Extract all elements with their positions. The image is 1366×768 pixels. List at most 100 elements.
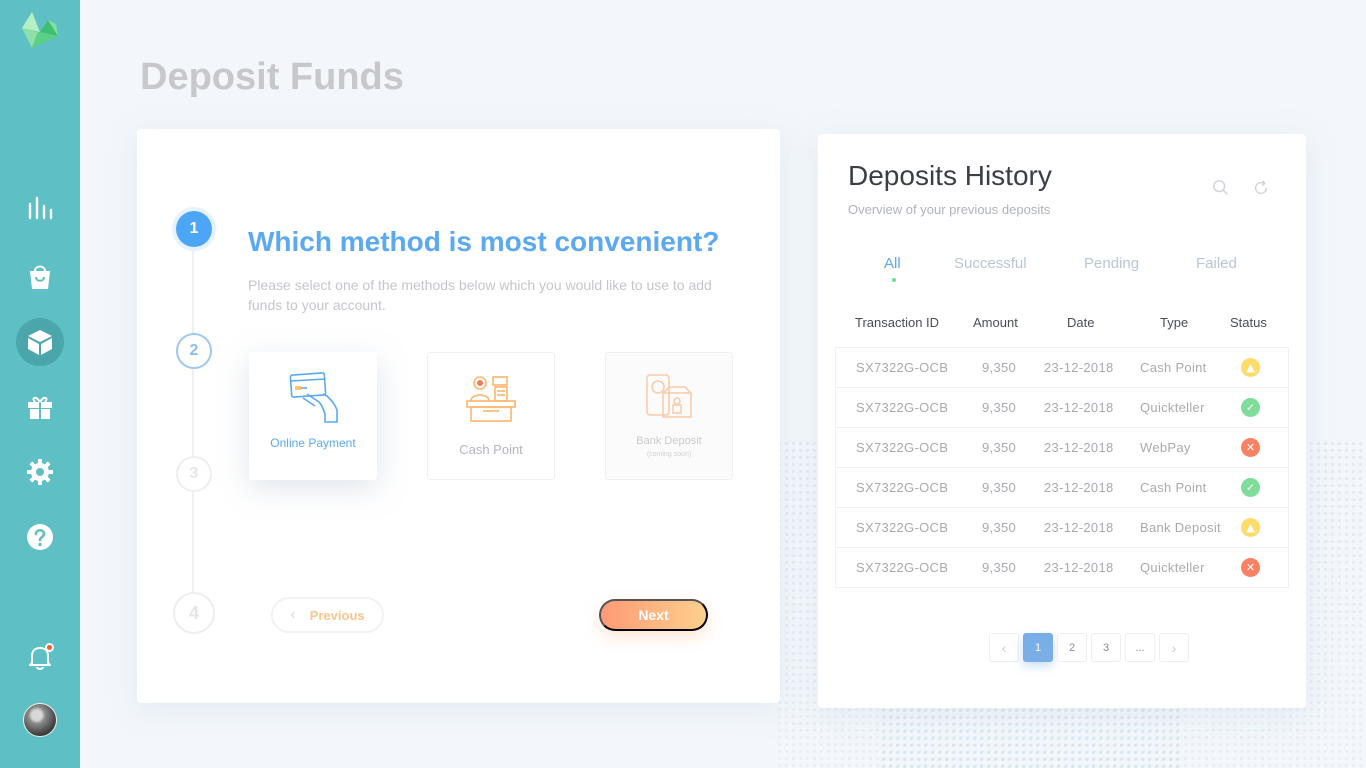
table-row[interactable]: SX7322G-OCB 9,350 23-12-2018 Quickteller… bbox=[836, 388, 1288, 428]
page-title: Deposit Funds bbox=[140, 56, 404, 98]
wizard-description: Please select one of the methods below w… bbox=[248, 277, 712, 313]
method-online-payment[interactable]: Online Payment bbox=[249, 352, 377, 480]
previous-button[interactable]: ‹ Previous bbox=[271, 597, 384, 633]
box-icon bbox=[28, 330, 52, 355]
date: 23-12-2018 bbox=[1044, 480, 1114, 495]
shopping-bag-icon bbox=[30, 265, 50, 289]
tab-failed[interactable]: Failed bbox=[1196, 255, 1237, 272]
step-1[interactable]: 1 bbox=[176, 211, 212, 247]
sidebar-item-deposit[interactable] bbox=[16, 318, 64, 366]
type: Quickteller bbox=[1140, 560, 1205, 575]
question-icon bbox=[27, 524, 53, 550]
active-tab-indicator bbox=[892, 278, 896, 282]
notification-badge bbox=[45, 643, 54, 652]
notifications-button[interactable] bbox=[16, 633, 64, 681]
type: Quickteller bbox=[1140, 400, 1205, 415]
sidebar bbox=[0, 0, 80, 768]
sidebar-item-rewards[interactable] bbox=[16, 383, 64, 431]
amount: 9,350 bbox=[982, 560, 1017, 575]
method-label: Cash Point bbox=[459, 442, 523, 457]
amount: 9,350 bbox=[982, 400, 1017, 415]
transaction-id: SX7322G-OCB bbox=[856, 520, 949, 535]
amount: 9,350 bbox=[982, 360, 1017, 375]
date: 23-12-2018 bbox=[1044, 520, 1114, 535]
transaction-id: SX7322G-OCB bbox=[856, 440, 949, 455]
amount: 9,350 bbox=[982, 480, 1017, 495]
stepper-line bbox=[192, 245, 194, 600]
method-label: Bank Deposit bbox=[636, 435, 702, 447]
world-map-decoration bbox=[880, 700, 1180, 768]
pagination-page-3[interactable]: 3 bbox=[1091, 633, 1121, 662]
column-header-amount[interactable]: Amount bbox=[973, 315, 1018, 330]
refresh-button[interactable] bbox=[1252, 179, 1272, 199]
bank-safe-icon bbox=[606, 371, 732, 427]
table-row[interactable]: SX7322G-OCB 9,350 23-12-2018 Cash Point … bbox=[836, 348, 1288, 388]
chevron-left-icon: ‹ bbox=[1001, 639, 1007, 656]
transactions-table: SX7322G-OCB 9,350 23-12-2018 Cash Point … bbox=[835, 347, 1289, 588]
transaction-id: SX7322G-OCB bbox=[856, 400, 949, 415]
bar-chart-icon bbox=[28, 196, 53, 220]
date: 23-12-2018 bbox=[1044, 360, 1114, 375]
success-status-icon: ✓ bbox=[1241, 398, 1260, 417]
gear-icon bbox=[27, 459, 53, 485]
column-header-transaction-id[interactable]: Transaction ID bbox=[855, 315, 939, 330]
sidebar-item-analytics[interactable] bbox=[16, 184, 64, 232]
transaction-id: SX7322G-OCB bbox=[856, 360, 949, 375]
history-title: Deposits History bbox=[848, 160, 1052, 191]
pagination-next-button[interactable]: › bbox=[1159, 633, 1189, 662]
column-header-status[interactable]: Status bbox=[1230, 315, 1267, 330]
failed-status-icon: ✕ bbox=[1241, 438, 1260, 457]
table-row[interactable]: SX7322G-OCB 9,350 23-12-2018 Quickteller… bbox=[836, 548, 1288, 588]
pagination-ellipsis[interactable]: ... bbox=[1125, 633, 1155, 662]
chevron-right-icon: › bbox=[1171, 639, 1177, 656]
history-subtitle: Overview of your previous deposits bbox=[848, 202, 1051, 217]
transaction-id: SX7322G-OCB bbox=[856, 480, 949, 495]
type: Bank Deposit bbox=[1140, 520, 1221, 535]
date: 23-12-2018 bbox=[1044, 560, 1114, 575]
chevron-left-icon: ‹ bbox=[290, 606, 296, 623]
wizard-question: Which method is most convenient? bbox=[248, 226, 720, 257]
failed-status-icon: ✕ bbox=[1241, 558, 1260, 577]
previous-label: Previous bbox=[309, 607, 365, 623]
table-row[interactable]: SX7322G-OCB 9,350 23-12-2018 Bank Deposi… bbox=[836, 508, 1288, 548]
pagination-page-2[interactable]: 2 bbox=[1057, 633, 1087, 662]
refresh-icon bbox=[1254, 180, 1268, 195]
method-bank-deposit[interactable]: Bank Deposit (coming soon) bbox=[605, 352, 733, 480]
method-cash-point[interactable]: Cash Point bbox=[427, 352, 555, 480]
date: 23-12-2018 bbox=[1044, 400, 1114, 415]
tab-all[interactable]: All bbox=[884, 255, 901, 272]
column-header-date[interactable]: Date bbox=[1067, 315, 1094, 330]
next-button[interactable]: Next bbox=[599, 599, 708, 631]
type: Cash Point bbox=[1140, 480, 1207, 495]
card-payment-icon bbox=[249, 370, 377, 426]
avatar[interactable] bbox=[23, 703, 57, 737]
success-status-icon: ✓ bbox=[1241, 478, 1260, 497]
gift-icon bbox=[28, 396, 52, 419]
sidebar-item-settings[interactable] bbox=[16, 448, 64, 496]
sidebar-item-shop[interactable] bbox=[16, 253, 64, 301]
cashier-icon bbox=[428, 371, 554, 427]
pending-status-icon: ▲ bbox=[1241, 518, 1260, 537]
type: WebPay bbox=[1140, 440, 1191, 455]
step-4[interactable]: 4 bbox=[173, 592, 215, 634]
table-row[interactable]: SX7322G-OCB 9,350 23-12-2018 WebPay ✕ bbox=[836, 428, 1288, 468]
search-button[interactable] bbox=[1212, 179, 1232, 199]
step-2[interactable]: 2 bbox=[176, 333, 212, 369]
amount: 9,350 bbox=[982, 520, 1017, 535]
amount: 9,350 bbox=[982, 440, 1017, 455]
pagination-page-1[interactable]: 1 bbox=[1023, 633, 1053, 662]
column-header-type[interactable]: Type bbox=[1160, 315, 1188, 330]
transaction-id: SX7322G-OCB bbox=[856, 560, 949, 575]
search-icon bbox=[1213, 180, 1228, 195]
tab-pending[interactable]: Pending bbox=[1084, 255, 1139, 272]
pagination-prev-button[interactable]: ‹ bbox=[989, 633, 1019, 662]
step-3[interactable]: 3 bbox=[176, 456, 212, 492]
bird-logo-icon[interactable] bbox=[18, 10, 62, 50]
tab-successful[interactable]: Successful bbox=[954, 255, 1027, 272]
date: 23-12-2018 bbox=[1044, 440, 1114, 455]
table-row[interactable]: SX7322G-OCB 9,350 23-12-2018 Cash Point … bbox=[836, 468, 1288, 508]
method-label: Online Payment bbox=[270, 436, 356, 450]
type: Cash Point bbox=[1140, 360, 1207, 375]
sidebar-item-help[interactable] bbox=[16, 513, 64, 561]
coming-soon-note: (coming soon) bbox=[646, 451, 692, 458]
